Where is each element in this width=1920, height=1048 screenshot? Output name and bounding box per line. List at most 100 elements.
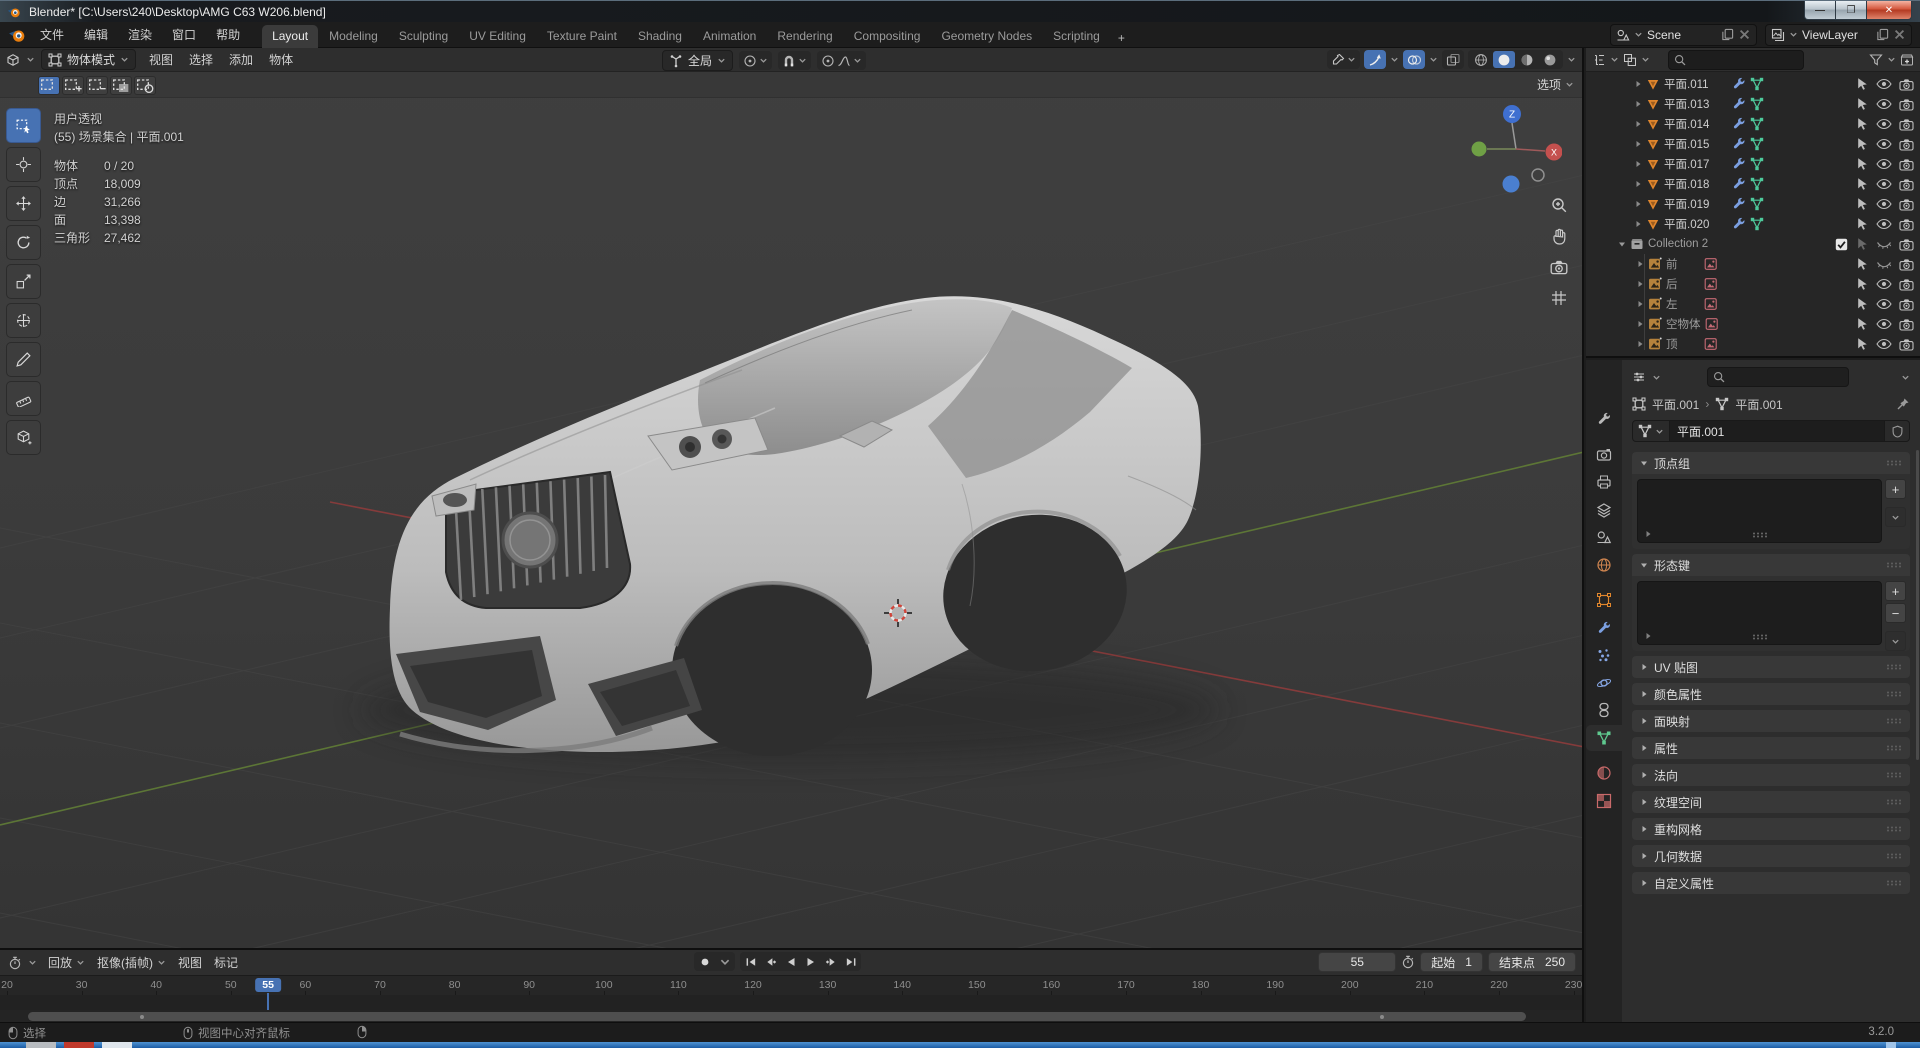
object-name[interactable]: 后 [1666,276,1700,292]
object-name[interactable]: 平面.020 [1664,216,1728,232]
selectable-pointer-icon[interactable] [1855,297,1869,311]
select-mode-subtract[interactable] [86,76,108,95]
menu-编辑[interactable]: 编辑 [76,24,116,45]
object-name[interactable]: 平面.017 [1664,156,1728,172]
pin-icon[interactable] [1896,397,1910,411]
selectable-pointer-icon[interactable] [1855,157,1869,171]
add-workspace-button[interactable]: + [1111,28,1132,48]
eye-open-icon[interactable] [1876,118,1892,130]
exclude-checkbox[interactable] [1835,238,1848,251]
image-data-icon[interactable] [1704,277,1718,291]
scroll-handle-dot[interactable] [140,1014,144,1019]
eye-closed-icon[interactable] [1876,258,1892,270]
selectable-pointer-icon[interactable] [1855,237,1869,251]
eye-open-icon[interactable] [1876,78,1892,90]
playback-next-keyframe-button[interactable] [821,953,840,970]
camera-render-icon[interactable] [1899,198,1914,211]
eye-open-icon[interactable] [1876,218,1892,230]
select-mode-intersect[interactable] [134,76,156,95]
selectable-pointer-icon[interactable] [1855,117,1869,131]
outliner-search-input[interactable] [1668,49,1804,70]
outliner-row-平面.014[interactable]: 平面.014 [1586,114,1920,134]
tab-rendering[interactable]: Rendering [767,25,842,48]
mesh-data-icon[interactable] [1750,157,1764,171]
blender-logo-icon[interactable] [8,26,26,44]
drag-grip-icon[interactable] [1886,852,1902,860]
modifier-wrench-icon[interactable] [1732,217,1746,231]
mesh-data-icon[interactable] [1750,97,1764,111]
object-name[interactable]: 平面.013 [1664,96,1728,112]
properties-search-input[interactable] [1707,367,1849,387]
modifier-wrench-icon[interactable] [1732,117,1746,131]
timeline-editor-icon[interactable] [8,956,22,970]
timeline-track[interactable] [0,995,1582,1010]
selectable-pointer-icon[interactable] [1855,137,1869,151]
section-header-法向[interactable]: 法向 [1632,764,1910,786]
expand-arrow-icon[interactable] [1634,140,1642,148]
selectable-pointer-icon[interactable] [1855,97,1869,111]
filter-arrow-icon[interactable] [1644,632,1652,640]
tab-sculpting[interactable]: Sculpting [389,25,458,48]
properties-editor-icon[interactable] [1632,370,1646,384]
modifier-wrench-icon[interactable] [1732,137,1746,151]
section-header-纹理空间[interactable]: 纹理空间 [1632,791,1910,813]
outliner-row-平面.018[interactable]: 平面.018 [1586,174,1920,194]
outliner-row-平面.011[interactable]: 平面.011 [1586,74,1920,94]
expand-arrow-icon[interactable] [1636,340,1644,348]
tool-scale[interactable] [6,264,41,299]
playback-jump-start-button[interactable] [741,953,760,970]
playback-prev-keyframe-button[interactable] [761,953,780,970]
tab-layout[interactable]: Layout [262,24,319,48]
playhead-line[interactable] [267,993,270,1010]
tool-measure[interactable] [6,381,41,416]
object-name[interactable]: 平面.018 [1664,176,1728,192]
select-mode-extend[interactable] [62,76,84,95]
properties-tab-constraints[interactable] [1586,697,1622,723]
properties-tab-output[interactable] [1586,469,1622,495]
expand-arrow-icon[interactable] [1634,100,1642,108]
properties-tab-texture[interactable] [1586,788,1622,814]
viewport-menu-视图[interactable]: 视图 [142,49,180,70]
stopwatch-icon[interactable] [1401,955,1415,969]
expand-arrow-icon[interactable] [1636,300,1644,308]
viewport-canvas[interactable] [0,48,1584,948]
tool-select-box[interactable] [6,108,41,143]
tool-add-cube[interactable] [6,420,41,455]
camera-render-icon[interactable] [1899,138,1914,151]
timeline-menu-视图[interactable]: 视图 [173,952,207,973]
viewport-menu-添加[interactable]: 添加 [222,49,260,70]
drag-grip-icon[interactable] [1886,744,1902,752]
close-button[interactable]: ✕ [1866,1,1912,20]
outliner-row-平面.019[interactable]: 平面.019 [1586,194,1920,214]
mesh-data-icon[interactable] [1750,137,1764,151]
outliner-row-空物体[interactable]: 空物体 [1586,314,1920,334]
object-name[interactable]: 前 [1666,256,1700,272]
eye-open-icon[interactable] [1876,278,1892,290]
specials-menu-button[interactable] [1885,631,1906,651]
tab-scripting[interactable]: Scripting [1043,25,1110,48]
taskbar-app-icon[interactable] [26,1042,56,1048]
shading-wireframe-button[interactable] [1470,51,1492,68]
image-data-icon[interactable] [1704,257,1718,271]
properties-tab-scene[interactable] [1586,524,1622,550]
image-data-icon[interactable] [1705,317,1719,331]
select-mode-set[interactable] [38,76,60,95]
mesh-data-icon[interactable] [1750,197,1764,211]
filter-arrow-icon[interactable] [1644,530,1652,538]
eye-open-icon[interactable] [1876,198,1892,210]
camera-render-icon[interactable] [1899,158,1914,171]
chevron-down-icon[interactable] [1901,373,1910,382]
taskbar-app-icon[interactable] [64,1042,94,1048]
tool-rotate[interactable] [6,225,41,260]
expand-arrow-icon[interactable] [1636,320,1644,328]
new-collection-icon[interactable] [1900,53,1914,67]
eye-open-icon[interactable] [1876,98,1892,110]
properties-tab-particles[interactable] [1586,642,1622,668]
outliner-row-平面.020[interactable]: 平面.020 [1586,214,1920,234]
orientation-selector[interactable]: 全局 [662,50,734,71]
editor-type-icon[interactable] [6,53,20,67]
image-data-icon[interactable] [1704,337,1718,351]
specials-menu-button[interactable] [1885,507,1906,527]
add-button[interactable]: + [1885,479,1906,499]
display-mode-icon[interactable] [1623,53,1637,67]
